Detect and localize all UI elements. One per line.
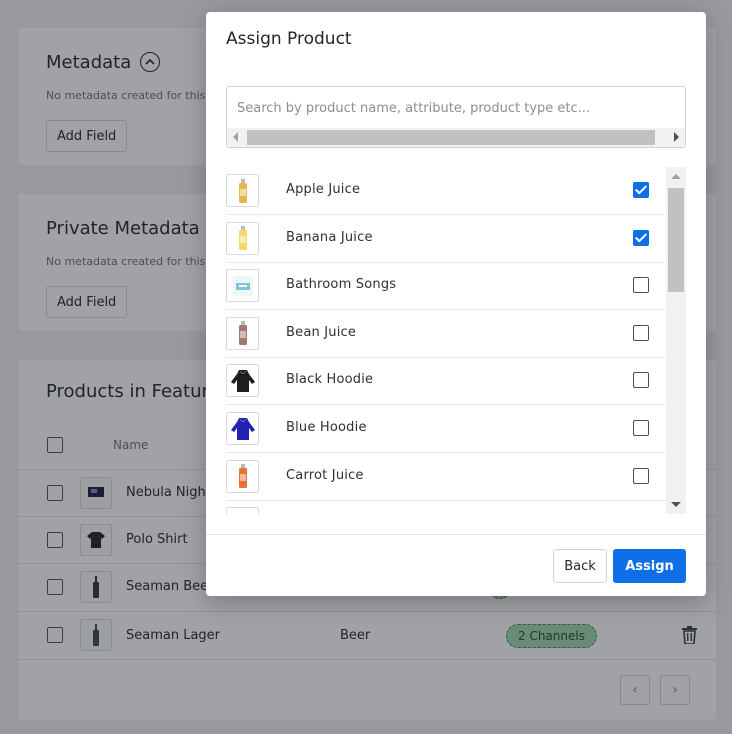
- search-box: [226, 86, 686, 148]
- list-item[interactable]: Bathroom Songs: [226, 262, 665, 311]
- juice-bottle-icon: [226, 316, 259, 350]
- list-item[interactable]: Bean Juice: [226, 310, 665, 358]
- scroll-up-icon[interactable]: [671, 174, 681, 179]
- assign-product-dialog: Assign Product Apple Juice Banana Juice Ba…: [206, 12, 706, 596]
- product-checkbox[interactable]: [633, 277, 649, 294]
- list-item-partial: [226, 503, 665, 514]
- horizontal-scroll-thumb[interactable]: [247, 130, 655, 145]
- hoodie-icon: [226, 412, 259, 445]
- product-name: Bathroom Songs: [286, 277, 397, 293]
- scroll-down-icon[interactable]: [671, 502, 681, 507]
- product-name: Blue Hoodie: [286, 420, 367, 435]
- product-name: Bean Juice: [286, 324, 357, 340]
- list-item[interactable]: Blue Hoodie: [226, 405, 665, 453]
- horizontal-scrollbar[interactable]: [227, 128, 685, 147]
- dialog-footer: Back Assign: [206, 534, 706, 596]
- juice-bottle-icon: [226, 459, 259, 493]
- scroll-right-icon[interactable]: [674, 132, 679, 142]
- juice-bottle-icon: [226, 174, 259, 207]
- back-button[interactable]: Back: [553, 549, 607, 583]
- list-item[interactable]: Black Hoodie: [226, 357, 665, 406]
- juice-bottle-icon: [226, 221, 259, 255]
- scroll-left-icon[interactable]: [233, 132, 238, 142]
- product-thumbnail: [226, 507, 259, 514]
- product-name: Apple Juice: [286, 182, 361, 197]
- list-item[interactable]: Apple Juice: [226, 167, 665, 215]
- product-checkbox[interactable]: [633, 467, 649, 484]
- product-list: Apple Juice Banana Juice Bathroom Songs Bea…: [226, 167, 686, 514]
- hoodie-icon: [226, 364, 259, 398]
- vertical-scrollbar[interactable]: [666, 167, 686, 514]
- product-checkbox[interactable]: [633, 420, 649, 436]
- search-input[interactable]: [237, 97, 675, 119]
- product-checkbox[interactable]: [633, 372, 649, 389]
- assign-button[interactable]: Assign: [613, 549, 686, 583]
- product-name: Black Hoodie: [286, 372, 374, 388]
- album-cover-icon: [226, 269, 259, 303]
- vertical-scroll-thumb[interactable]: [668, 188, 684, 292]
- dialog-title: Assign Product: [226, 29, 352, 49]
- list-item[interactable]: Banana Juice: [226, 215, 665, 263]
- product-name: Carrot Juice: [286, 467, 364, 483]
- list-item[interactable]: Carrot Juice: [226, 453, 665, 501]
- product-name: Banana Juice: [286, 229, 373, 245]
- product-checkbox[interactable]: [633, 229, 649, 246]
- product-checkbox[interactable]: [633, 324, 649, 341]
- product-checkbox[interactable]: [633, 182, 649, 198]
